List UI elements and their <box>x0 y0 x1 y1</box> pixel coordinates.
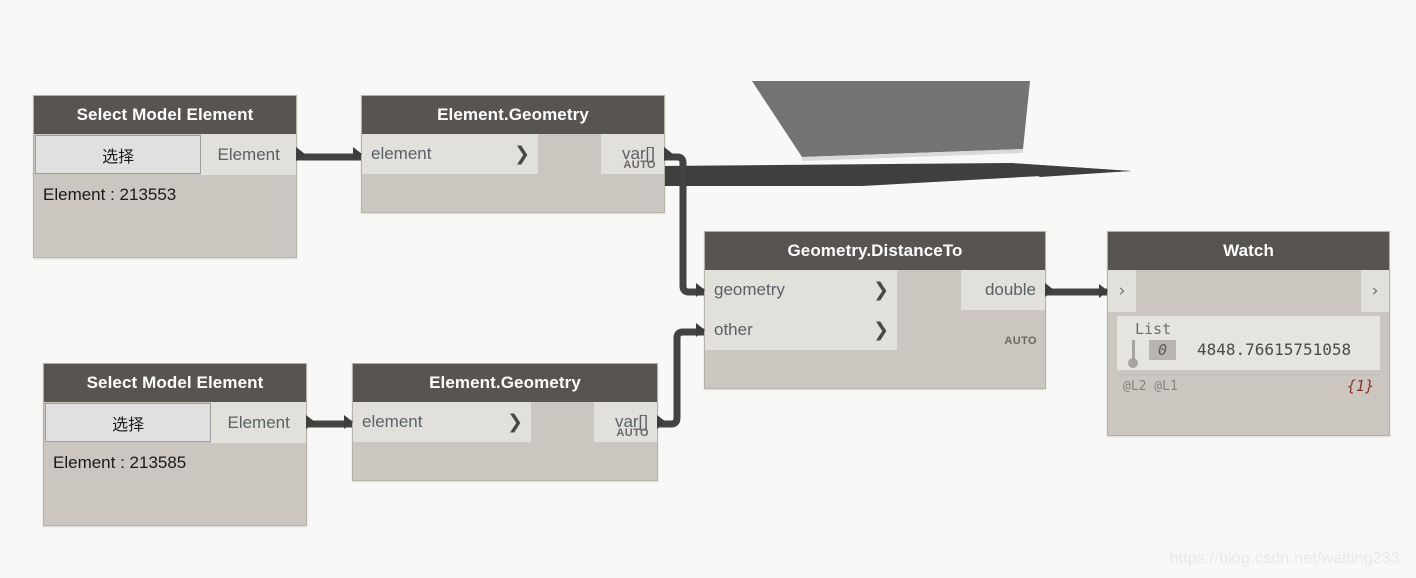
port-connector-nub[interactable] <box>344 415 353 429</box>
port-row-geometry: geometry ❯ double <box>696 270 1054 310</box>
input-port-label: element <box>362 412 423 431</box>
output-port-element[interactable]: Element <box>201 134 305 175</box>
input-port-label: geometry <box>714 280 785 299</box>
lacing-label: AUTO <box>1004 335 1037 347</box>
watermark-text: https://blog.csdn.net/waiting233 <box>1169 550 1400 567</box>
node-body: element ❯ var[] AUTO <box>344 402 666 442</box>
output-port-double[interactable]: double <box>961 270 1054 310</box>
node-title: Select Model Element <box>44 364 306 402</box>
input-port-chevron-icon[interactable]: › <box>1108 270 1136 312</box>
lacing-label: AUTO <box>623 159 656 171</box>
lacing-level-label: @L2 @L1 <box>1123 379 1178 394</box>
node-body: geometry ❯ double other ❯ AUTO <box>696 270 1054 350</box>
port-connector-nub[interactable] <box>353 147 362 161</box>
select-button[interactable]: 选择 <box>35 135 202 174</box>
watch-footer: @L2 @L1 {1} <box>1117 374 1380 401</box>
tree-connector-dot <box>1128 358 1138 368</box>
port-connector-nub[interactable] <box>296 147 305 161</box>
port-row-other: other ❯ <box>696 310 1045 350</box>
output-port-label: Element <box>217 144 280 164</box>
port-connector-nub[interactable] <box>696 323 705 337</box>
watch-port-row: › › <box>1099 270 1389 312</box>
node-body: 选择 Element Element : 213585 <box>44 402 315 473</box>
port-connector-nub[interactable] <box>664 147 673 161</box>
select-row: 选择 Element <box>44 402 315 443</box>
element-value-label: Element : 213585 <box>53 453 187 472</box>
node-select-model-element-2[interactable]: Select Model Element 选择 Element Element … <box>43 363 315 526</box>
port-connector-nub[interactable] <box>657 415 666 429</box>
list-item-value: 4848.76615751058 <box>1197 340 1352 359</box>
node-element-geometry-1[interactable]: Element.Geometry element ❯ var[] AUTO <box>353 95 673 213</box>
output-port-chevron-icon[interactable]: › <box>1361 270 1389 312</box>
port-connector-nub[interactable] <box>1045 283 1054 297</box>
node-title: Geometry.DistanceTo <box>705 232 1045 270</box>
lacing-label: AUTO <box>616 427 649 439</box>
input-port-label: element <box>371 144 432 163</box>
port-connector-nub[interactable] <box>306 415 315 429</box>
port-connector-nub[interactable] <box>1099 284 1108 298</box>
list-type-label: List <box>1135 320 1172 338</box>
list-count-badge: {1} <box>1346 377 1374 395</box>
node-element-geometry-2[interactable]: Element.Geometry element ❯ var[] AUTO <box>344 363 666 481</box>
node-body: element ❯ var[] AUTO <box>353 134 673 174</box>
watch-result-display[interactable]: List 0 4848.76615751058 <box>1117 316 1380 370</box>
node-title: Watch <box>1108 232 1389 270</box>
select-button[interactable]: 选择 <box>45 403 212 442</box>
node-title: Element.Geometry <box>353 364 657 402</box>
wire-eg1-to-geometry <box>665 153 704 296</box>
select-row: 选择 Element <box>34 134 305 175</box>
input-port-element[interactable]: element ❯ <box>344 402 531 442</box>
port-spacer <box>538 134 601 174</box>
wire-eg2-to-other <box>658 328 704 428</box>
input-port-geometry[interactable]: geometry ❯ <box>696 270 897 310</box>
input-port-other[interactable]: other ❯ <box>696 310 897 350</box>
chevron-right-icon: ❯ <box>514 143 530 165</box>
element-value-label: Element : 213553 <box>43 185 177 204</box>
node-select-model-element-1[interactable]: Select Model Element 选择 Element Element … <box>33 95 305 258</box>
node-title: Select Model Element <box>34 96 296 134</box>
chevron-right-icon: ❯ <box>873 279 889 301</box>
output-port-label: Element <box>227 412 290 432</box>
node-body: › › List 0 4848.76615751058 @L2 @L1 {1} <box>1099 270 1389 401</box>
output-port-label: double <box>984 280 1036 299</box>
node-body: 选择 Element Element : 213553 <box>34 134 305 205</box>
input-port-label: other <box>714 320 753 339</box>
port-connector-nub[interactable] <box>696 283 705 297</box>
output-port-element[interactable]: Element <box>211 402 315 443</box>
chevron-right-icon: ❯ <box>507 411 523 433</box>
port-spacer <box>531 402 594 442</box>
list-index-badge: 0 <box>1149 340 1177 360</box>
node-watch[interactable]: Watch › › List 0 4848.76615751058 @L2 @L… <box>1099 231 1390 436</box>
port-spacer <box>897 270 961 310</box>
input-port-element[interactable]: element ❯ <box>353 134 538 174</box>
dynamo-canvas[interactable]: Select Model Element 选择 Element Element … <box>0 0 1416 578</box>
chevron-right-icon: ❯ <box>873 319 889 341</box>
node-geometry-distanceto[interactable]: Geometry.DistanceTo geometry ❯ double ot… <box>696 231 1054 389</box>
port-row: element ❯ var[] <box>344 402 666 442</box>
port-row: element ❯ var[] <box>353 134 673 174</box>
node-title: Element.Geometry <box>362 96 664 134</box>
